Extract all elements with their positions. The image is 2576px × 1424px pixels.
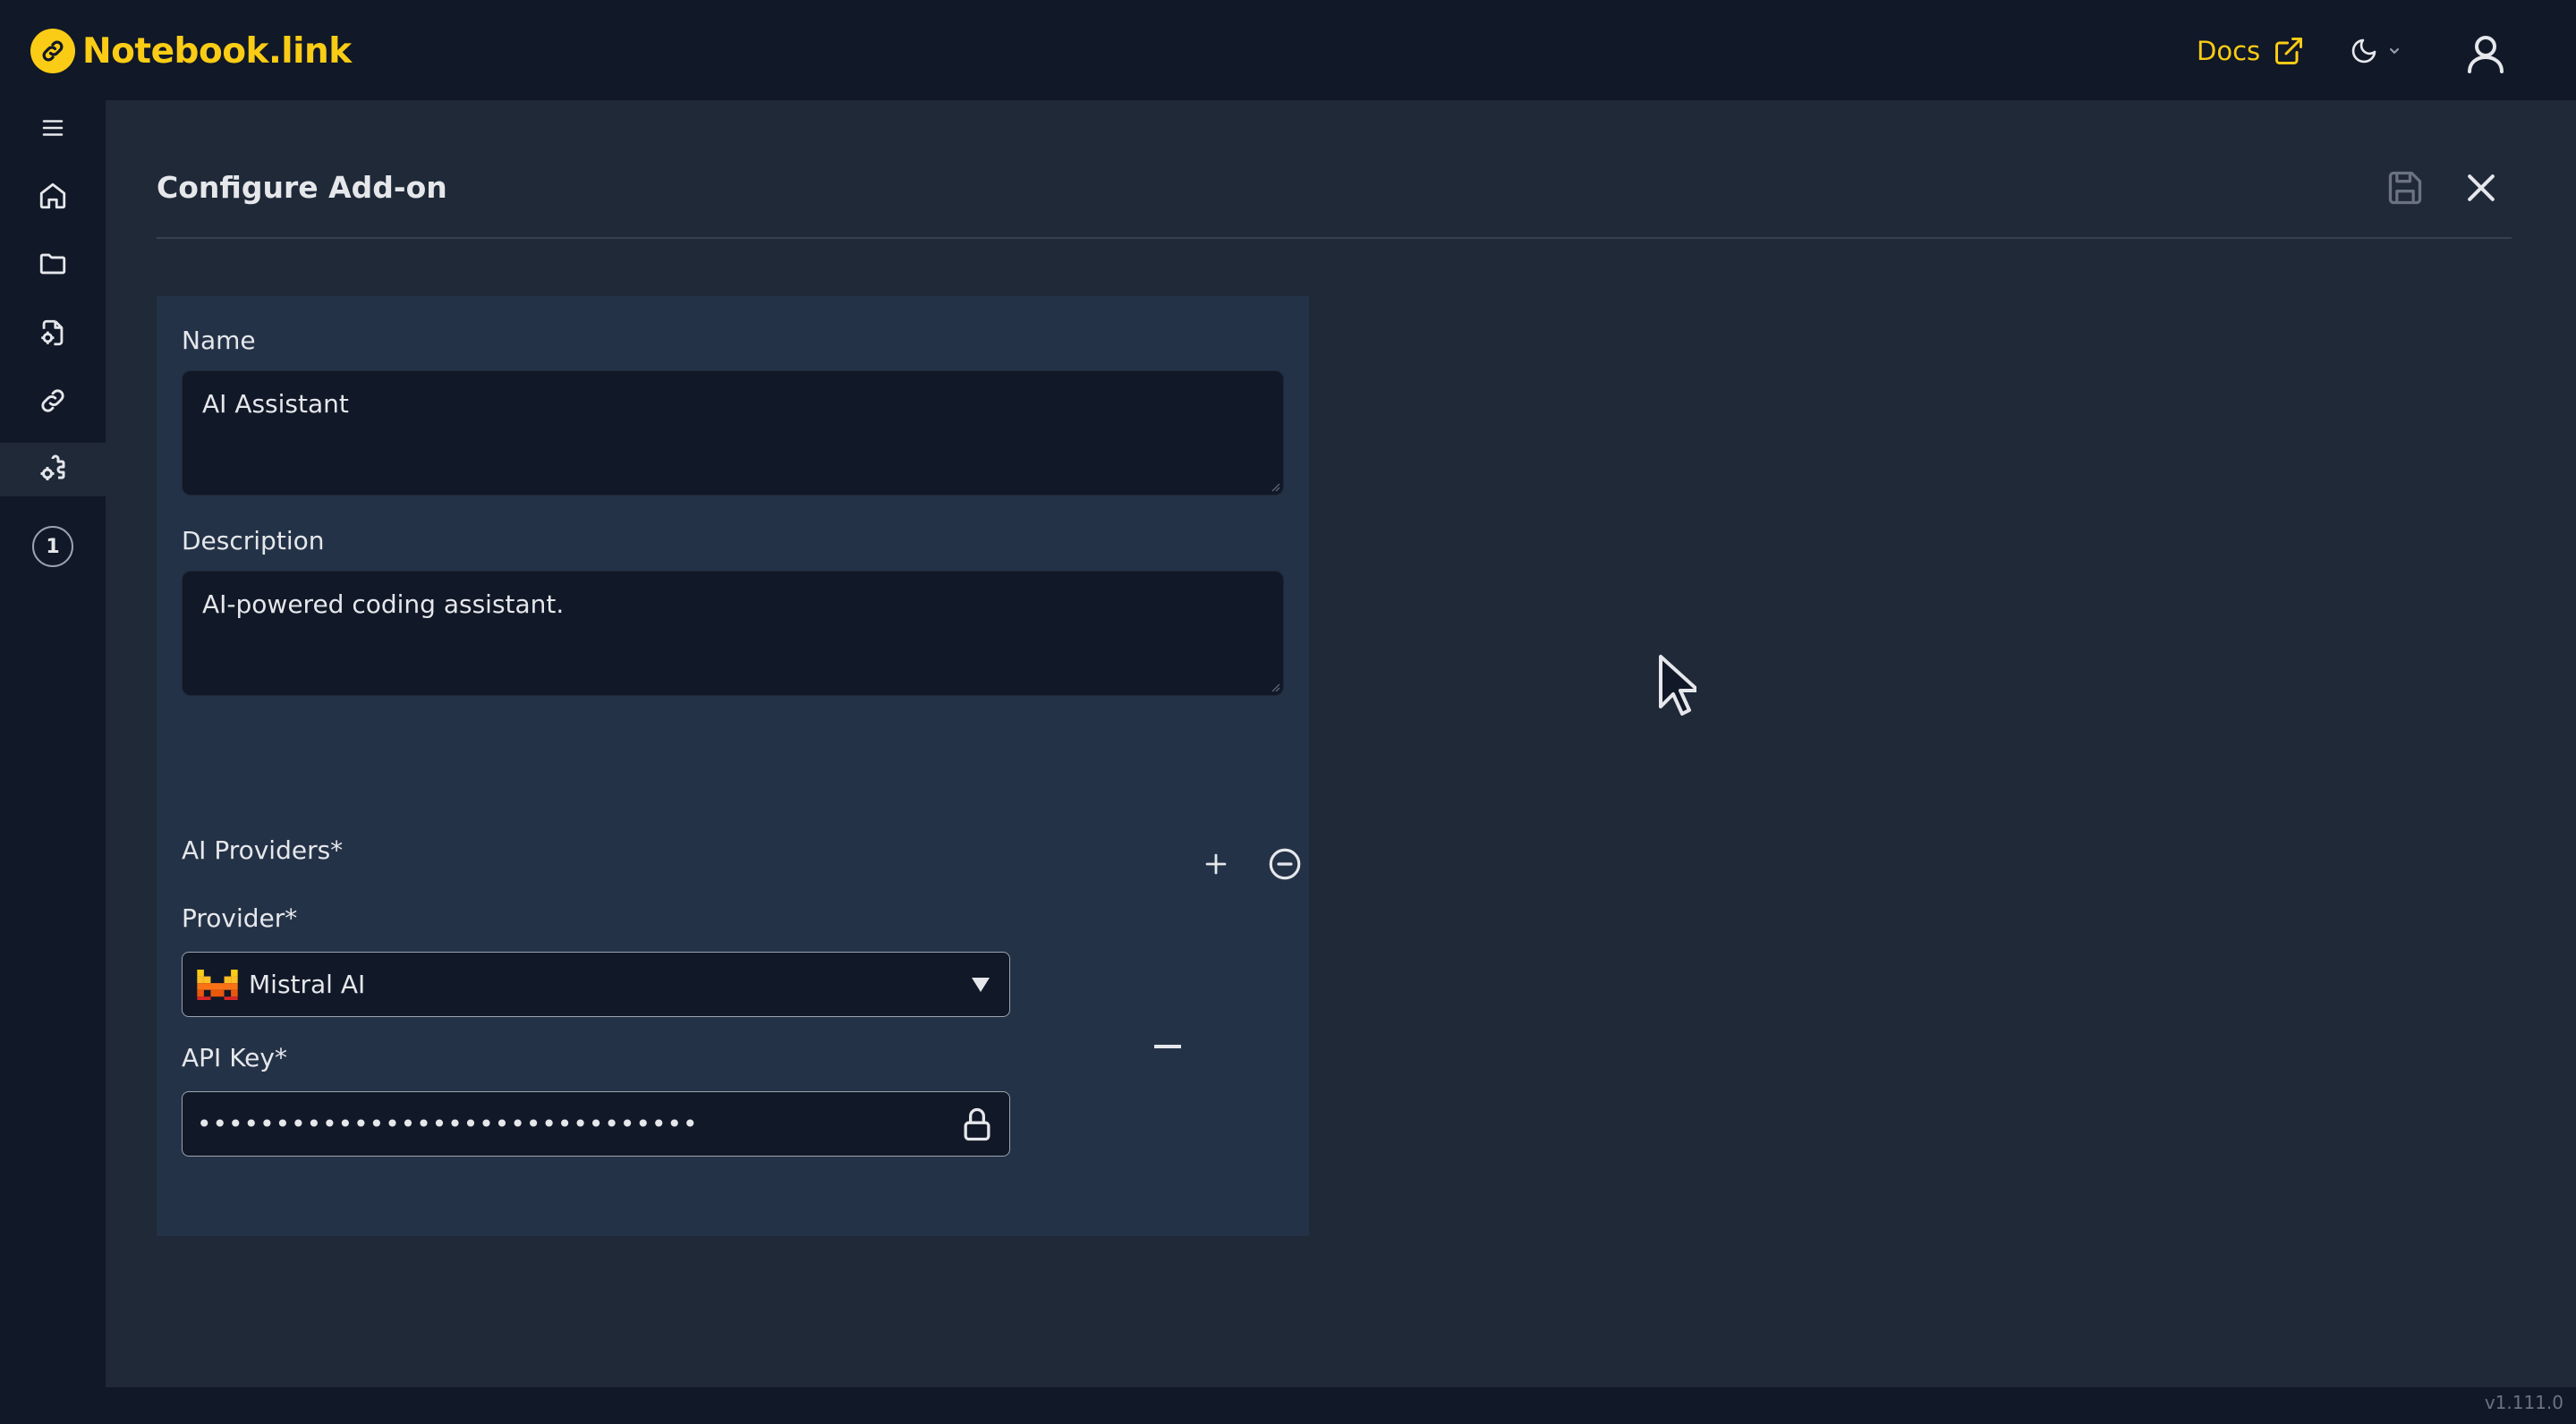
moon-icon [2351,38,2376,64]
main-content: Configure Add-on Name AI Assistant Descr… [106,100,2576,1387]
chevron-down-icon [2390,48,2399,55]
dropdown-arrow-icon [972,978,990,992]
plus-icon [1205,853,1227,875]
external-link-icon [2275,38,2303,64]
sidebar-item-notebooks[interactable] [0,306,106,360]
sidebar-item-add-ons[interactable] [0,443,106,496]
user-icon[interactable] [2464,32,2507,75]
theme-toggle[interactable] [2350,32,2402,70]
page-title: Configure Add-on [157,170,447,205]
sidebar-item-files[interactable] [0,237,106,291]
api-key-value: •••••••••••••••••••••••••••••••• [197,1109,699,1139]
app-logo[interactable]: Notebook.link [30,29,352,73]
resize-handle-icon[interactable] [1270,481,1280,492]
app-version: v1.111.0 [2484,1392,2563,1413]
sidebar-item-links[interactable] [0,374,106,428]
remove-provider-button[interactable] [1264,843,1305,885]
ai-providers-label: AI Providers* [182,835,344,865]
save-icon[interactable] [2385,168,2425,208]
mouse-cursor-icon [1659,655,1696,716]
sidebar-item-home[interactable] [0,169,106,223]
provider-value: Mistral AI [249,970,366,999]
provider-select[interactable]: Mistral AI [182,952,1010,1017]
name-value: AI Assistant [202,389,349,419]
hamburger-icon [42,120,64,136]
api-key-label: API Key* [182,1043,287,1072]
docs-link[interactable]: Docs [2197,32,2305,70]
description-label: Description [182,526,325,555]
link-icon [41,389,64,412]
close-icon[interactable] [2461,168,2501,208]
remove-row-icon[interactable] [1154,1045,1181,1048]
provider-label: Provider* [182,903,298,933]
name-label: Name [182,326,256,355]
resize-handle-icon[interactable] [1270,682,1280,692]
link-logo-icon [30,29,75,73]
minus-circle-icon [1269,848,1301,880]
folder-icon [39,253,66,275]
top-bar: Notebook.link Docs [0,0,2576,100]
description-field[interactable]: AI-powered coding assistant. [182,571,1284,696]
add-provider-button[interactable] [1195,843,1237,885]
sidebar-item-menu[interactable] [0,101,106,155]
header-divider [157,237,2512,239]
home-icon [39,182,66,209]
sidebar: 1 [0,100,106,1424]
description-value: AI-powered coding assistant. [202,589,565,619]
api-key-input[interactable]: •••••••••••••••••••••••••••••••• [182,1091,1010,1157]
add-on-form: Name AI Assistant Description AI-powered… [157,296,1309,1236]
file-settings-icon [41,319,64,346]
sidebar-item-notifications[interactable]: 1 [0,520,106,573]
name-field[interactable]: AI Assistant [182,370,1284,496]
puzzle-settings-icon [40,454,65,480]
app-name: Notebook.link [82,30,352,72]
notification-badge: 1 [32,526,73,567]
lock-icon[interactable] [957,1105,997,1144]
docs-label: Docs [2197,36,2261,66]
mistral-logo-icon [197,969,238,1000]
